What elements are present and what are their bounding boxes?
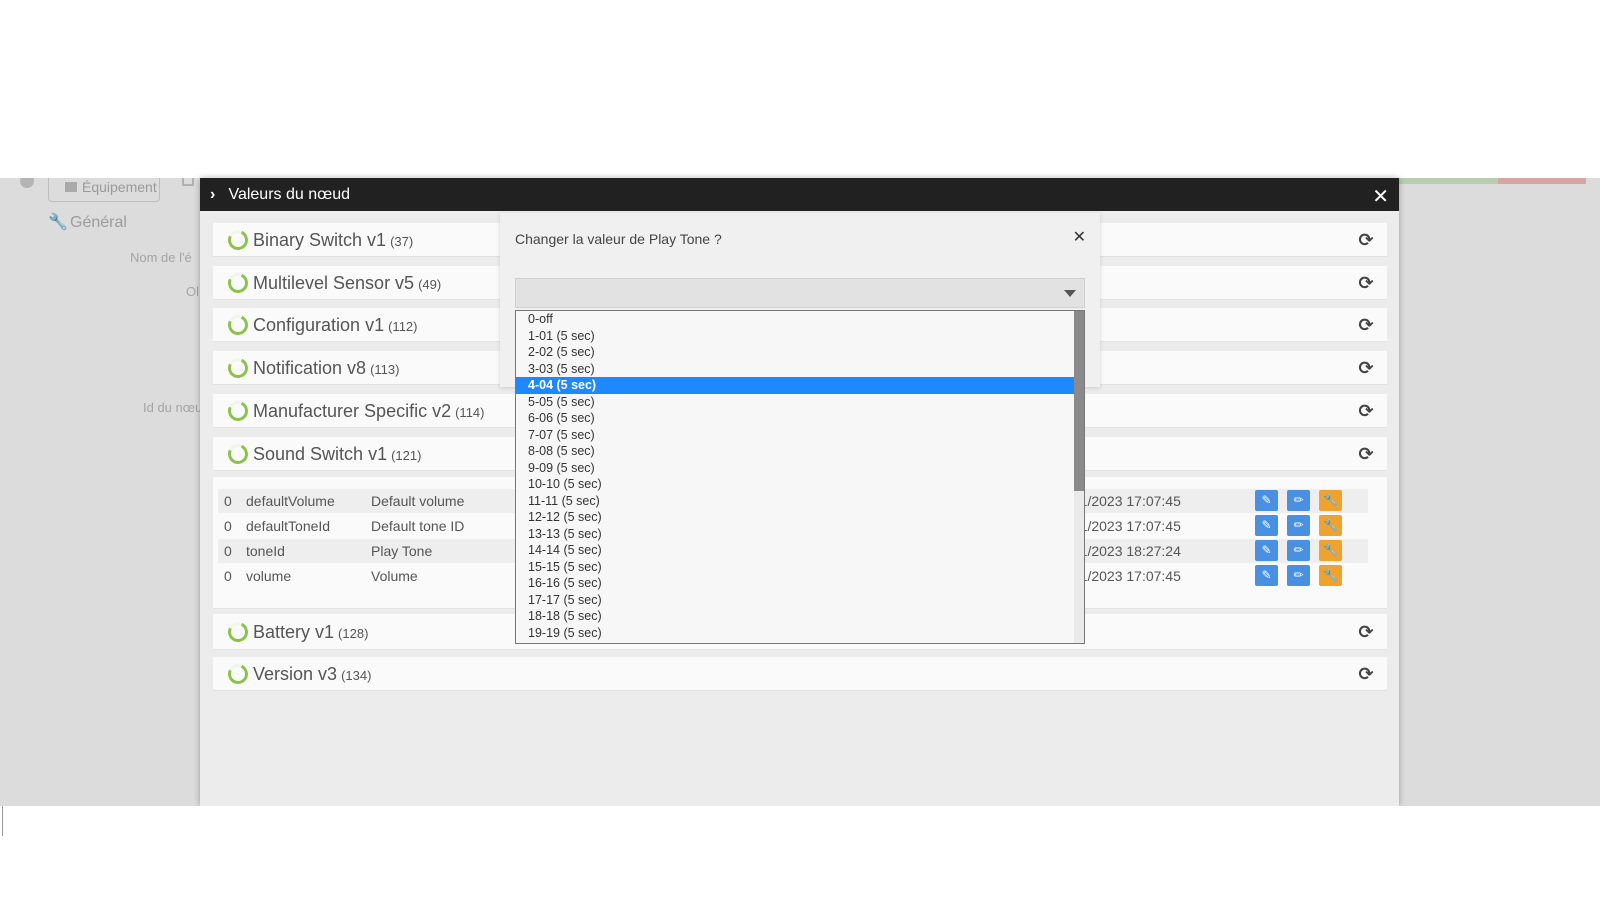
cc-title: Binary Switch v1 (37) [253,230,414,250]
dropper-icon[interactable]: ✏ [1287,515,1310,536]
dropdown-option[interactable]: 1-01 (5 sec) [516,328,1084,345]
dropdown-option[interactable]: 8-08 (5 sec) [516,443,1084,460]
bg-window-icon [182,178,194,186]
value-instance: 0 [224,568,232,584]
cc-row-version[interactable]: Version v3 (134) ⟳ [213,657,1387,691]
cc-title: Multilevel Sensor v5 (49) [253,273,442,293]
refresh-icon[interactable]: ⟳ [1357,274,1375,292]
bg-tab-equipement: Équipement [48,178,160,202]
dropdown-scrollbar[interactable] [1074,311,1084,643]
edit-pencil-icon[interactable]: ✎ [1255,515,1278,536]
status-circle-icon [225,661,251,687]
status-circle-icon [225,270,251,296]
refresh-icon[interactable]: ⟳ [1357,665,1375,683]
wrench-icon: 🔧 [48,214,68,231]
dropdown-option[interactable]: 12-12 (5 sec) [516,509,1084,526]
value-name: defaultVolume [246,493,335,509]
dropper-icon[interactable]: ✏ [1287,565,1310,586]
status-circle-icon [225,441,251,467]
dropdown-option[interactable]: 3-03 (5 sec) [516,361,1084,378]
dropdown-option[interactable]: 13-13 (5 sec) [516,526,1084,543]
status-circle-icon [225,227,251,253]
status-circle-icon [225,355,251,381]
bottom-blank-area [0,806,1600,900]
scroll-thumb[interactable] [1074,311,1084,491]
dropdown-option[interactable]: 19-19 (5 sec) [516,625,1084,642]
edit-pencil-icon[interactable]: ✎ [1255,565,1278,586]
dropdown-option[interactable]: 9-09 (5 sec) [516,460,1084,477]
edit-pencil-icon[interactable]: ✎ [1255,540,1278,561]
edge-line [2,806,3,836]
dropdown-option[interactable]: 14-14 (5 sec) [516,542,1084,559]
refresh-icon[interactable]: ⟳ [1357,623,1375,641]
tone-dropdown-list[interactable]: 0-off 1-01 (5 sec) 2-02 (5 sec) 3-03 (5 … [515,310,1085,644]
cc-title: Notification v8 (113) [253,358,400,378]
value-name: volume [246,568,292,584]
caret-down-icon [1064,290,1076,297]
bg-tab-label: Équipement [82,179,157,195]
refresh-icon[interactable]: ⟳ [1357,402,1375,420]
dropdown-option-selected[interactable]: 4-04 (5 sec) [516,377,1084,394]
value-instance: 0 [224,518,232,534]
cc-title: Version v3 (134) [253,664,372,684]
status-circle-icon [225,619,251,645]
cc-title: Sound Switch v1 (121) [253,444,422,464]
status-circle-icon [225,312,251,338]
edit-pencil-icon[interactable]: ✎ [1255,490,1278,511]
dropdown-option[interactable]: 17-17 (5 sec) [516,592,1084,609]
dialog-title: Changer la valeur de Play Tone ? [515,231,722,247]
refresh-icon[interactable]: ⟳ [1357,445,1375,463]
dropdown-option[interactable]: 6-06 (5 sec) [516,410,1084,427]
dropdown-option[interactable]: 0-off [516,311,1084,328]
dropper-icon[interactable]: ✏ [1287,490,1310,511]
equipment-icon [65,182,77,192]
dropdown-option[interactable]: 16-16 (5 sec) [516,575,1084,592]
dropdown-option[interactable]: 5-05 (5 sec) [516,394,1084,411]
dropdown-option[interactable]: 15-15 (5 sec) [516,559,1084,576]
value-instance: 0 [224,493,232,509]
modal-title: Valeurs du nœud [228,186,350,203]
value-instance: 0 [224,543,232,559]
value-label: Default tone ID [371,518,465,534]
status-circle-icon [225,398,251,424]
value-label: Play Tone [371,543,433,559]
tone-select[interactable] [515,278,1085,308]
bg-label-id: Id du nœu [143,400,203,415]
refresh-icon[interactable]: ⟳ [1357,359,1375,377]
bg-label-name: Nom de l'é [130,250,192,265]
chevron-right-icon: › [210,186,216,203]
value-name: defaultToneId [246,518,331,534]
bg-section-general: 🔧 Général [48,212,127,232]
bg-red-bar [1498,178,1586,184]
dropper-icon[interactable]: ✏ [1287,540,1310,561]
cc-title: Configuration v1 (112) [253,315,418,335]
wrench-icon[interactable]: 🔧 [1319,540,1342,561]
dropdown-option[interactable]: 11-11 (5 sec) [516,493,1084,510]
bg-section-label: Général [70,214,127,231]
dropdown-option[interactable]: 18-18 (5 sec) [516,608,1084,625]
modal-header: › Valeurs du nœud ✕ [200,178,1399,211]
refresh-icon[interactable]: ⟳ [1357,316,1375,334]
wrench-icon[interactable]: 🔧 [1319,565,1342,586]
dropdown-option[interactable]: 7-07 (5 sec) [516,427,1084,444]
bg-label-ol: Ol [186,284,199,299]
dropdown-option[interactable]: 2-02 (5 sec) [516,344,1084,361]
wrench-icon[interactable]: 🔧 [1319,515,1342,536]
wrench-icon[interactable]: 🔧 [1319,490,1342,511]
bg-status-icon [20,178,34,188]
cc-title: Battery v1 (128) [253,622,369,642]
close-icon[interactable]: ✕ [1372,184,1389,209]
dropdown-option[interactable]: 10-10 (5 sec) [516,476,1084,493]
close-icon[interactable]: ✕ [1073,227,1086,247]
refresh-icon[interactable]: ⟳ [1357,231,1375,249]
cc-title: Manufacturer Specific v2 (114) [253,401,485,421]
value-name: toneId [246,543,285,559]
value-label: Default volume [371,493,465,509]
value-label: Volume [371,568,418,584]
